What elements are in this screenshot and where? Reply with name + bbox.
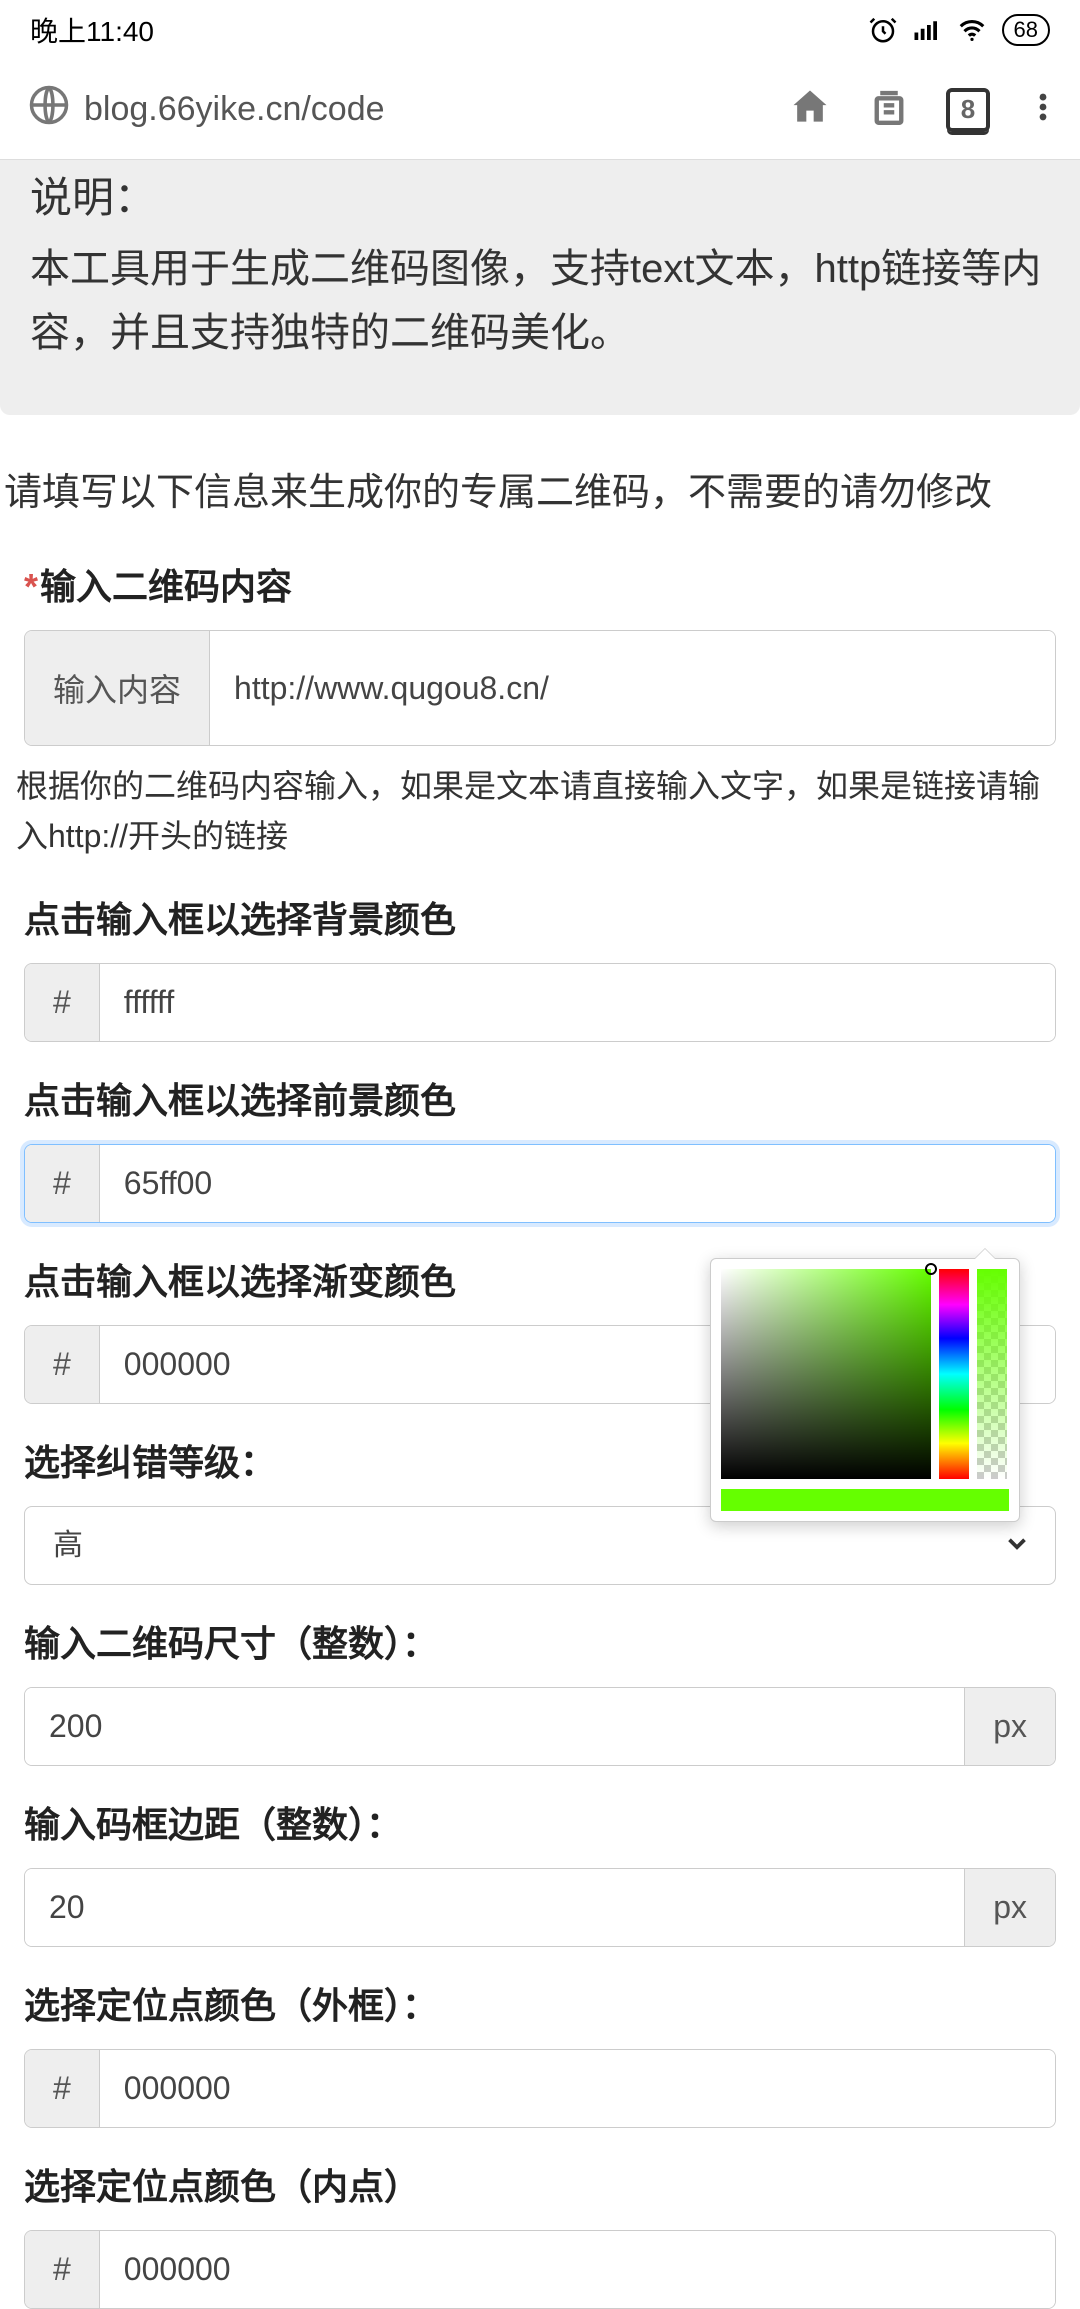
field-size: 输入二维码尺寸（整数）： px [24, 1615, 1056, 1766]
label-size: 输入二维码尺寸（整数）： [24, 1615, 1056, 1667]
reader-icon[interactable] [868, 86, 910, 133]
signal-icon [912, 15, 942, 45]
addon-hash: # [25, 964, 100, 1041]
label-content: *输入二维码内容 [24, 558, 1056, 610]
colorpicker-popover[interactable] [710, 1258, 1020, 1522]
status-right: 68 [868, 14, 1050, 46]
input-group-bgcolor: # [24, 963, 1056, 1042]
input-group-ptcolor-out: # [24, 2049, 1056, 2128]
alarm-icon [868, 15, 898, 45]
addon-hash: # [25, 1145, 100, 1222]
saturation-cursor[interactable] [925, 1263, 937, 1275]
url-text: blog.66yike.cn/code [84, 90, 385, 129]
page-root: 晚上11:40 68 blog.66yike.cn/code [0, 0, 1080, 2309]
ptcolor-out-input[interactable] [100, 2050, 1055, 2127]
input-group-fgcolor: # [24, 1144, 1056, 1223]
intro-text: 请填写以下信息来生成你的专属二维码，不需要的请勿修改 [0, 465, 1080, 558]
color-preview [721, 1489, 1009, 1511]
hue-slider[interactable] [939, 1269, 969, 1479]
cp-top-row [721, 1269, 1009, 1479]
bgcolor-input[interactable] [100, 964, 1055, 1041]
more-icon[interactable] [1026, 85, 1060, 134]
input-group-margin: px [24, 1868, 1056, 1947]
alpha-slider[interactable] [977, 1269, 1007, 1479]
addon-content: 输入内容 [25, 631, 210, 745]
size-input[interactable] [25, 1688, 964, 1765]
input-group-content: 输入内容 [24, 630, 1056, 746]
addon-hash: # [25, 2050, 100, 2127]
globe-icon [28, 84, 70, 135]
saturation-panel[interactable] [721, 1269, 931, 1479]
addon-hash: # [25, 1326, 100, 1403]
help-content: 根据你的二维码内容输入，如果是文本请直接输入文字，如果是链接请输入http://… [16, 762, 1056, 861]
field-ptcolor-out: 选择定位点颜色（外框）： # [24, 1977, 1056, 2128]
label-margin: 输入码框边距（整数）： [24, 1796, 1056, 1848]
required-mark: * [24, 566, 38, 607]
popover-arrow [975, 1249, 995, 1259]
field-content: *输入二维码内容 输入内容 根据你的二维码内容输入，如果是文本请直接输入文字，如… [24, 558, 1056, 861]
status-bar: 晚上11:40 68 [0, 0, 1080, 60]
notice-body: 本工具用于生成二维码图像，支持text文本，http链接等内容，并且支持独特的二… [30, 237, 1050, 365]
browser-actions: 8 [788, 85, 1060, 134]
notice-box: 说明： 本工具用于生成二维码图像，支持text文本，http链接等内容，并且支持… [0, 160, 1080, 415]
addon-hash: # [25, 2231, 100, 2308]
notice-title: 说明： [30, 164, 1050, 231]
margin-input[interactable] [25, 1869, 964, 1946]
addon-px: px [964, 1688, 1055, 1765]
browser-toolbar: blog.66yike.cn/code 8 [0, 60, 1080, 160]
label-bgcolor: 点击输入框以选择背景颜色 [24, 891, 1056, 943]
ptcolor-in-input[interactable] [100, 2231, 1055, 2308]
status-time: 晚上11:40 [30, 10, 154, 50]
field-fgcolor: 点击输入框以选择前景颜色 # [24, 1072, 1056, 1223]
label-ptcolor-out: 选择定位点颜色（外框）： [24, 1977, 1056, 2029]
input-group-ptcolor-in: # [24, 2230, 1056, 2309]
field-margin: 输入码框边距（整数）： px [24, 1796, 1056, 1947]
addon-px: px [964, 1869, 1055, 1946]
input-group-size: px [24, 1687, 1056, 1766]
fgcolor-input[interactable] [100, 1145, 1055, 1222]
tab-switcher[interactable]: 8 [946, 88, 990, 132]
field-bgcolor: 点击输入框以选择背景颜色 # [24, 891, 1056, 1042]
battery-badge: 68 [1002, 14, 1050, 46]
content-input[interactable] [210, 631, 1055, 745]
home-icon[interactable] [788, 85, 832, 134]
label-ptcolor-in: 选择定位点颜色（内点） [24, 2158, 1056, 2210]
label-fgcolor: 点击输入框以选择前景颜色 [24, 1072, 1056, 1124]
wifi-icon [956, 15, 988, 45]
field-ptcolor-in: 选择定位点颜色（内点） # [24, 2158, 1056, 2309]
address-bar[interactable]: blog.66yike.cn/code [28, 84, 770, 135]
